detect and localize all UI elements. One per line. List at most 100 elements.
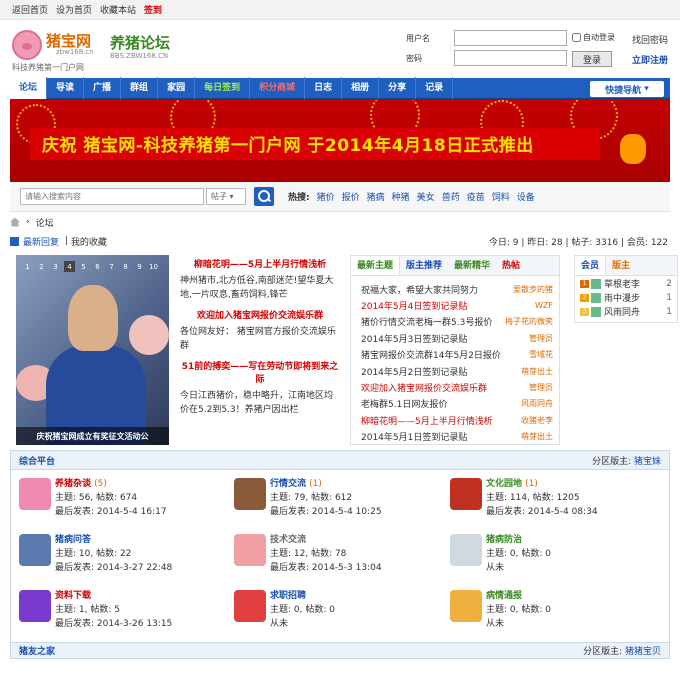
- hot-word[interactable]: 饲料: [492, 190, 510, 203]
- nav-records[interactable]: 记录: [416, 77, 454, 99]
- featured-title[interactable]: 51前的搏奕——写在劳动节即将到来之际: [180, 361, 340, 387]
- login-button[interactable]: 登录: [572, 51, 612, 67]
- slider-page[interactable]: 5: [78, 261, 89, 272]
- forum-section-title[interactable]: 综合平台: [19, 454, 55, 467]
- thread-title[interactable]: 2014年5月2日签到记录贴: [361, 365, 467, 378]
- my-favorites-link[interactable]: 我的收藏: [71, 235, 107, 248]
- board-last-post[interactable]: 最后发表: 2014-5-3 13:04: [270, 561, 448, 575]
- hot-word[interactable]: 疫苗: [467, 190, 485, 203]
- thread-title[interactable]: 2014年5月4日签到记录贴: [361, 299, 467, 312]
- thread-title[interactable]: 柳暗花明——5月上半月行情浅析: [361, 414, 493, 427]
- set-home-link[interactable]: 设为首页: [56, 3, 92, 16]
- slider-page[interactable]: 7: [106, 261, 117, 272]
- member-name[interactable]: 草根老李: [604, 277, 666, 290]
- hot-word[interactable]: 设备: [517, 190, 535, 203]
- register-link[interactable]: 立即注册: [632, 53, 668, 66]
- nav-forum[interactable]: 论坛: [10, 77, 48, 99]
- board-name[interactable]: 猪病问答: [55, 535, 91, 545]
- slider-page-active[interactable]: 4: [64, 261, 75, 272]
- hot-word[interactable]: 猪价: [317, 190, 335, 203]
- nav-points-mall[interactable]: 积分商城: [250, 77, 306, 99]
- featured-title[interactable]: 柳暗花明——5月上半月行情浅析: [180, 259, 340, 272]
- slider-caption[interactable]: 庆祝猪宝网成立有奖征文活动公: [16, 427, 169, 445]
- search-scope-select[interactable]: 帖子 ▾: [206, 188, 246, 205]
- thread-title[interactable]: 祝福大家，希望大家共同努力: [361, 283, 478, 296]
- board-last-post[interactable]: 最后发表: 2014-3-26 13:15: [55, 617, 232, 631]
- thread-title[interactable]: 猪价行情交流老梅一群5.3号报价: [361, 315, 492, 328]
- featured-title[interactable]: 欢迎加入猪宝网报价交流娱乐群: [180, 310, 340, 323]
- board-icon[interactable]: [450, 478, 482, 510]
- slider-page[interactable]: 8: [120, 261, 131, 272]
- hot-word[interactable]: 种猪: [392, 190, 410, 203]
- tab-latest-digest[interactable]: 最新精华: [448, 256, 496, 275]
- breadcrumb-current[interactable]: 论坛: [36, 216, 54, 229]
- slider-page[interactable]: 3: [50, 261, 61, 272]
- moderator-name[interactable]: 猪宝妹: [634, 457, 661, 467]
- hot-word[interactable]: 猪病: [367, 190, 385, 203]
- nav-blog[interactable]: 日志: [305, 77, 343, 99]
- member-name[interactable]: 雨中漫步: [604, 291, 666, 304]
- board-icon[interactable]: [450, 534, 482, 566]
- home-link[interactable]: 返回首页: [12, 3, 48, 16]
- thread-title[interactable]: 欢迎加入猪宝网报价交流娱乐群: [361, 381, 487, 394]
- nav-album[interactable]: 相册: [342, 77, 380, 99]
- nav-home[interactable]: 家园: [158, 77, 196, 99]
- avatar[interactable]: [591, 278, 601, 289]
- avatar[interactable]: [591, 306, 601, 317]
- board-name[interactable]: 养猪杂谈: [55, 479, 91, 489]
- thread-title[interactable]: 2014年5月3日签到记录贴: [361, 332, 467, 345]
- board-last-post[interactable]: 最后发表: 2014-5-4 16:17: [55, 505, 232, 519]
- board-icon[interactable]: [450, 590, 482, 622]
- image-slider[interactable]: 1 2 3 4 5 6 7 8 9 10 庆祝猪宝网成立有奖征文活动公: [16, 255, 169, 445]
- slider-page[interactable]: 10: [148, 261, 159, 272]
- nav-groups[interactable]: 群组: [121, 77, 159, 99]
- auto-login-checkbox[interactable]: 自动登录: [572, 32, 615, 43]
- board-name[interactable]: 行情交流: [270, 479, 306, 489]
- avatar[interactable]: [591, 292, 601, 303]
- password-input[interactable]: [454, 50, 567, 66]
- forum-section-title[interactable]: 猪友之家: [19, 644, 55, 657]
- nav-share[interactable]: 分享: [379, 77, 417, 99]
- tab-hot[interactable]: 热帖: [496, 256, 526, 275]
- board-name[interactable]: 求职招聘: [270, 591, 306, 601]
- bookmark-link[interactable]: 收藏本站: [100, 3, 136, 16]
- thread-author[interactable]: 爱散步的猪: [513, 284, 553, 295]
- tab-moderators[interactable]: 版主: [606, 256, 636, 275]
- hot-word[interactable]: 兽药: [442, 190, 460, 203]
- thread-title[interactable]: 猪宝网报价交流群14年5月2日报价: [361, 348, 501, 361]
- hot-word[interactable]: 报价: [342, 190, 360, 203]
- tab-recommended[interactable]: 版主推荐: [400, 256, 448, 275]
- member-name[interactable]: 风雨同舟: [604, 305, 666, 318]
- tab-members[interactable]: 会员: [575, 256, 607, 275]
- board-last-post[interactable]: 从未: [486, 617, 662, 631]
- username-input[interactable]: [454, 30, 567, 46]
- nav-daily-sign[interactable]: 每日签到: [195, 77, 251, 99]
- thread-author[interactable]: 梅子花的微笑: [505, 316, 553, 327]
- board-icon[interactable]: [19, 534, 51, 566]
- sign-in-link[interactable]: 签到: [144, 3, 162, 16]
- board-name[interactable]: 技术交流: [270, 535, 306, 545]
- quick-nav-button[interactable]: 快捷导航 ▾: [590, 81, 664, 97]
- thread-author[interactable]: WZF: [535, 301, 553, 310]
- moderator-name[interactable]: 猪猪宝贝: [625, 647, 661, 657]
- forgot-password-link[interactable]: 找回密码: [632, 33, 668, 46]
- thread-author[interactable]: 萌芽出土: [521, 366, 553, 377]
- board-icon[interactable]: [234, 478, 266, 510]
- board-name[interactable]: 病情通报: [486, 591, 522, 601]
- home-icon[interactable]: [10, 217, 20, 227]
- latest-replies-link[interactable]: 最新回复: [23, 235, 59, 248]
- board-icon[interactable]: [234, 534, 266, 566]
- thread-author[interactable]: 管理员: [529, 333, 553, 344]
- thread-title[interactable]: 2014年5月1日签到记录贴: [361, 430, 467, 443]
- thread-author[interactable]: 萌芽出土: [521, 431, 553, 442]
- board-icon[interactable]: [19, 590, 51, 622]
- search-button[interactable]: [254, 187, 274, 206]
- thread-author[interactable]: 管理员: [529, 382, 553, 393]
- board-name[interactable]: 资料下载: [55, 591, 91, 601]
- site-logo[interactable]: 猪宝网 zbw168.cn 科技养猪第一门户网 养猪论坛 BBS.ZBW168.…: [10, 26, 180, 76]
- board-name[interactable]: 猪病防治: [486, 535, 522, 545]
- board-icon[interactable]: [19, 478, 51, 510]
- slider-page[interactable]: 6: [92, 261, 103, 272]
- board-icon[interactable]: [234, 590, 266, 622]
- board-last-post[interactable]: 从未: [270, 617, 448, 631]
